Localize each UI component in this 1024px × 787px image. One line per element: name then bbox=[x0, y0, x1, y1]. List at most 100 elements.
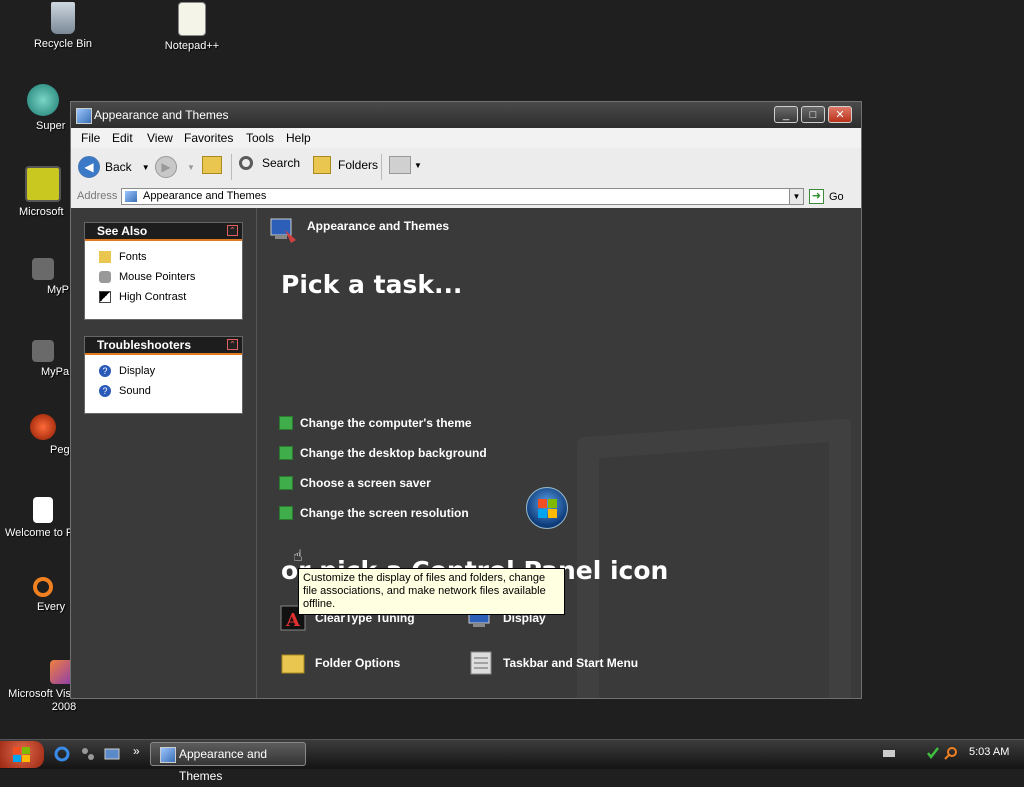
desktop-icon-label: Notepad++ bbox=[164, 40, 220, 52]
back-dropdown-icon[interactable]: ▼ bbox=[142, 163, 150, 172]
address-value: Appearance and Themes bbox=[143, 190, 267, 202]
cp-taskbar-start-menu[interactable]: Taskbar and Start Menu bbox=[467, 649, 638, 677]
menu-help[interactable]: Help bbox=[286, 131, 311, 145]
menu-favorites[interactable]: Favorites bbox=[184, 131, 233, 145]
forward-dropdown-icon[interactable]: ▼ bbox=[187, 163, 195, 172]
task-arrow-icon bbox=[279, 476, 293, 490]
forward-button[interactable]: ▶ ▼ bbox=[155, 156, 195, 178]
see-also-item-high-contrast[interactable]: High Contrast bbox=[85, 287, 242, 307]
window-titlebar[interactable]: Appearance and Themes _ □ ✕ bbox=[71, 102, 861, 128]
folder-options-tooltip: Customize the display of files and folde… bbox=[298, 568, 565, 615]
internet-explorer-icon[interactable] bbox=[54, 746, 70, 762]
microsoft-app-icon bbox=[25, 166, 61, 202]
logo-quadrant bbox=[538, 509, 547, 518]
tray-search-icon[interactable] bbox=[944, 746, 958, 760]
task-label: Change the desktop background bbox=[300, 446, 487, 460]
super-icon bbox=[27, 84, 59, 116]
folders-button[interactable]: Folders bbox=[313, 156, 378, 174]
cp-label: Taskbar and Start Menu bbox=[503, 656, 639, 670]
desktop-icon-notepad-plus-plus[interactable]: Notepad++ bbox=[147, 2, 237, 53]
control-panel-icon bbox=[160, 747, 176, 763]
task-label: Choose a screen saver bbox=[300, 476, 431, 490]
troubleshooters-box: Troubleshooters ⌃ ? Display ? Sound bbox=[84, 336, 243, 414]
help-icon: ? bbox=[99, 385, 111, 397]
cp-label: Folder Options bbox=[315, 656, 401, 670]
toolbar-separator bbox=[231, 154, 232, 180]
windows-orb-icon bbox=[526, 487, 568, 529]
task-screen-resolution[interactable]: Change the screen resolution bbox=[279, 506, 469, 520]
see-also-label: Fonts bbox=[119, 251, 147, 263]
task-arrow-icon bbox=[279, 416, 293, 430]
menu-view[interactable]: View bbox=[147, 131, 173, 145]
keyboard-icon[interactable] bbox=[882, 746, 896, 760]
back-button[interactable]: ◀ Back ▼ bbox=[78, 156, 150, 178]
taskbar: » Appearance and Themes 5:03 AM bbox=[0, 739, 1024, 783]
troubleshooter-item-sound[interactable]: ? Sound bbox=[85, 381, 242, 401]
go-button[interactable]: ➜ Go bbox=[809, 189, 844, 204]
back-label: Back bbox=[105, 160, 132, 174]
troubleshooters-title: Troubleshooters bbox=[97, 338, 192, 352]
fonts-folder-icon bbox=[99, 251, 111, 263]
high-contrast-icon bbox=[99, 291, 111, 303]
logo-quadrant bbox=[538, 499, 547, 508]
logo-quadrant bbox=[548, 509, 557, 518]
mouse-pointer-icon bbox=[99, 271, 111, 283]
back-arrow-icon: ◀ bbox=[78, 156, 100, 178]
start-button[interactable] bbox=[0, 741, 44, 768]
maximize-button[interactable]: □ bbox=[801, 106, 825, 123]
address-dropdown-icon[interactable]: ▼ bbox=[789, 188, 804, 205]
network-places-icon bbox=[32, 340, 54, 362]
taskbar-button-appearance-themes[interactable]: Appearance and Themes bbox=[150, 742, 306, 783]
taskbar-clock[interactable]: 5:03 AM bbox=[969, 746, 1009, 758]
search-everything-icon bbox=[33, 577, 53, 597]
category-header: Appearance and Themes bbox=[307, 219, 450, 233]
task-arrow-icon bbox=[279, 506, 293, 520]
search-button[interactable]: Search bbox=[239, 156, 300, 170]
collapse-icon[interactable]: ⌃ bbox=[227, 339, 238, 350]
task-arrow-icon bbox=[279, 446, 293, 460]
task-label: Change the computer's theme bbox=[300, 416, 472, 430]
address-field[interactable]: Appearance and Themes bbox=[121, 188, 804, 205]
search-label: Search bbox=[262, 156, 301, 170]
task-change-theme[interactable]: Change the computer's theme bbox=[279, 416, 472, 430]
logo-quadrant bbox=[548, 499, 557, 508]
recycle-bin-icon bbox=[51, 2, 75, 34]
pegasus-icon bbox=[30, 414, 56, 440]
desktop-icon-label: Recycle Bin bbox=[33, 38, 93, 50]
see-also-title: See Also bbox=[97, 224, 148, 238]
control-panel-icon bbox=[125, 191, 137, 202]
up-folder-button[interactable] bbox=[202, 156, 222, 174]
see-also-item-fonts[interactable]: Fonts bbox=[85, 247, 242, 267]
troubleshooters-header[interactable]: Troubleshooters ⌃ bbox=[85, 337, 242, 355]
toolbar: ◀ Back ▼ ▶ ▼ Search Folders ▼ bbox=[71, 148, 861, 187]
menu-file[interactable]: File bbox=[81, 131, 100, 145]
see-also-label: Mouse Pointers bbox=[119, 271, 196, 283]
menu-edit[interactable]: Edit bbox=[112, 131, 133, 145]
taskbar-button-label: Appearance and Themes bbox=[179, 747, 268, 783]
taskbar-start-menu-icon bbox=[467, 649, 495, 677]
task-label: Change the screen resolution bbox=[300, 506, 469, 520]
views-button[interactable]: ▼ bbox=[389, 156, 422, 174]
views-icon bbox=[389, 156, 411, 174]
see-also-item-mouse-pointers[interactable]: Mouse Pointers bbox=[85, 267, 242, 287]
troubleshooter-label: Sound bbox=[119, 385, 151, 397]
task-change-background[interactable]: Change the desktop background bbox=[279, 446, 487, 460]
minimize-button[interactable]: _ bbox=[774, 106, 798, 123]
toolbar-separator bbox=[381, 154, 382, 180]
menu-tools[interactable]: Tools bbox=[246, 131, 274, 145]
cp-folder-options[interactable]: Folder Options bbox=[279, 649, 400, 677]
collapse-icon[interactable]: ⌃ bbox=[227, 225, 238, 236]
troubleshooter-label: Display bbox=[119, 365, 156, 377]
show-desktop-icon[interactable] bbox=[104, 746, 120, 762]
task-screen-saver[interactable]: Choose a screen saver bbox=[279, 476, 431, 490]
forward-arrow-icon: ▶ bbox=[155, 156, 177, 178]
desktop-icon-recycle-bin[interactable]: Recycle Bin bbox=[18, 2, 108, 51]
see-also-header[interactable]: See Also ⌃ bbox=[85, 223, 242, 241]
network-icon[interactable] bbox=[80, 746, 96, 762]
troubleshooter-item-display[interactable]: ? Display bbox=[85, 361, 242, 381]
content-pane: Appearance and Themes Pick a task... Cha… bbox=[257, 208, 861, 698]
close-button[interactable]: ✕ bbox=[828, 106, 852, 123]
quick-launch-chevron[interactable]: » bbox=[133, 744, 140, 758]
security-check-icon[interactable] bbox=[926, 746, 940, 760]
appearance-themes-icon bbox=[269, 216, 297, 244]
